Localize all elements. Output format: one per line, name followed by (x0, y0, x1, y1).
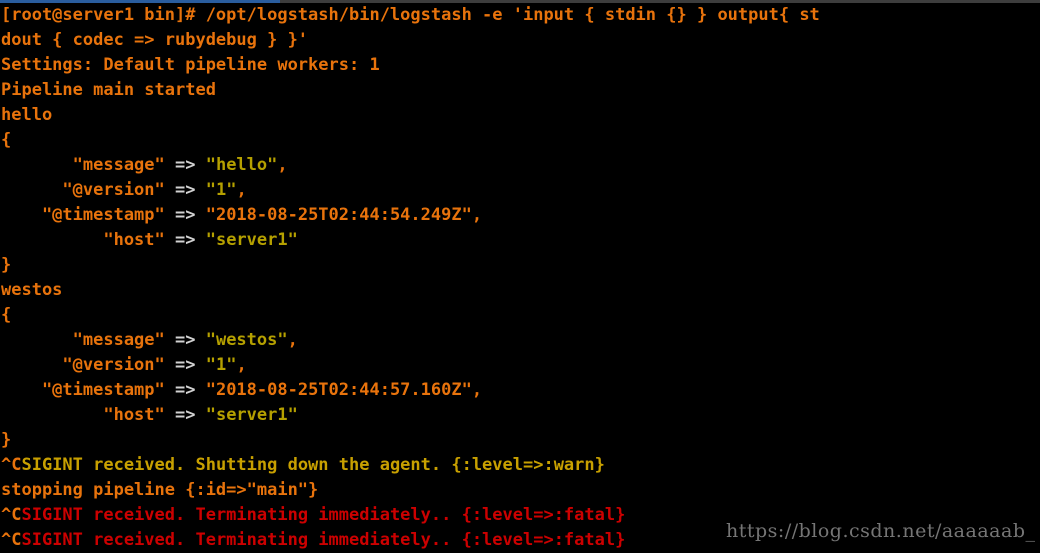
event1-message-seg-3: , (277, 155, 288, 175)
prompt-line-1-seg-0: [root@server1 bin]# /opt/logstash/bin/lo… (1, 5, 820, 25)
event1-message-seg-0: "message" (1, 155, 165, 175)
event1-close-brace: } (1, 253, 1040, 278)
event2-message-seg-2: "westos" (205, 330, 288, 350)
event1-open-brace: { (1, 128, 1040, 153)
event2-message: "message" => "westos", (1, 328, 1040, 353)
event1-version-seg-2: "1" (205, 180, 237, 200)
sigint-fatal-line-1-seg-1: SIGINT received. Terminating immediately… (21, 505, 626, 525)
event2-message-seg-3: , (287, 330, 298, 350)
event2-host-seg-1: => (164, 405, 206, 425)
event1-host: "host" => "server1" (1, 228, 1040, 253)
event2-version-seg-3: , (236, 355, 247, 375)
sigint-fatal-line-2-seg-1: SIGINT received. Terminating immediately… (21, 530, 626, 550)
sigint-fatal-line-2-seg-0: ^C (1, 530, 22, 550)
terminal-output-area[interactable]: [root@server1 bin]# /opt/logstash/bin/lo… (0, 3, 1040, 553)
prompt-line-2-seg-0: dout { codec => rubydebug } }' (1, 30, 309, 50)
sigint-fatal-line-2: ^CSIGINT received. Terminating immediate… (1, 528, 1040, 553)
terminal-window[interactable]: [root@server1 bin]# /opt/logstash/bin/lo… (0, 0, 1040, 553)
event1-timestamp: "@timestamp" => "2018-08-25T02:44:54.249… (1, 203, 1040, 228)
sigint-warn-line-seg-1: SIGINT received. Shutting down the agent… (21, 455, 605, 475)
stdin-echo-westos-seg-0: westos (1, 280, 63, 300)
event1-timestamp-seg-2: "2018-08-25T02:44:54.249Z", (205, 205, 483, 225)
event2-open-brace: { (1, 303, 1040, 328)
event1-version-seg-1: => (164, 180, 206, 200)
event2-version: "@version" => "1", (1, 353, 1040, 378)
stopping-pipeline-line: stopping pipeline {:id=>"main"} (1, 478, 1040, 503)
event1-host-seg-2: "server1" (205, 230, 298, 250)
stdin-echo-hello-seg-0: hello (1, 105, 53, 125)
event2-host-seg-0: "host" (1, 405, 165, 425)
stopping-pipeline-line-seg-0: stopping pipeline {:id=>"main"} (1, 480, 319, 500)
event1-timestamp-seg-1: => (164, 205, 206, 225)
sigint-warn-line: ^CSIGINT received. Shutting down the age… (1, 453, 1040, 478)
pipeline-started-line-seg-0: Pipeline main started (1, 80, 216, 100)
event2-timestamp-seg-0: "@timestamp" (1, 380, 165, 400)
event1-version-seg-0: "@version" (1, 180, 165, 200)
event2-open-brace-seg-0: { (1, 305, 12, 325)
settings-line-seg-0: Settings: Default pipeline workers: 1 (1, 55, 380, 75)
event2-close-brace-seg-0: } (1, 430, 12, 450)
event1-host-seg-1: => (164, 230, 206, 250)
settings-line: Settings: Default pipeline workers: 1 (1, 53, 1040, 78)
event1-timestamp-seg-0: "@timestamp" (1, 205, 165, 225)
event2-message-seg-0: "message" (1, 330, 165, 350)
event2-host: "host" => "server1" (1, 403, 1040, 428)
event2-host-seg-2: "server1" (205, 405, 298, 425)
event2-timestamp-seg-2: "2018-08-25T02:44:57.160Z", (205, 380, 483, 400)
event2-timestamp-seg-1: => (164, 380, 206, 400)
event1-version: "@version" => "1", (1, 178, 1040, 203)
event1-version-seg-3: , (236, 180, 247, 200)
event2-timestamp: "@timestamp" => "2018-08-25T02:44:57.160… (1, 378, 1040, 403)
event2-message-seg-1: => (164, 330, 206, 350)
sigint-warn-line-seg-0: ^C (1, 455, 22, 475)
stdin-echo-westos: westos (1, 278, 1040, 303)
event1-open-brace-seg-0: { (1, 130, 12, 150)
pipeline-started-line: Pipeline main started (1, 78, 1040, 103)
sigint-fatal-line-1: ^CSIGINT received. Terminating immediate… (1, 503, 1040, 528)
event2-version-seg-0: "@version" (1, 355, 165, 375)
prompt-line-1: [root@server1 bin]# /opt/logstash/bin/lo… (1, 3, 1040, 28)
event2-version-seg-1: => (164, 355, 206, 375)
event1-host-seg-0: "host" (1, 230, 165, 250)
sigint-fatal-line-1-seg-0: ^C (1, 505, 22, 525)
event2-version-seg-2: "1" (205, 355, 237, 375)
event1-message-seg-1: => (164, 155, 206, 175)
stdin-echo-hello: hello (1, 103, 1040, 128)
prompt-line-2: dout { codec => rubydebug } }' (1, 28, 1040, 53)
event1-message-seg-2: "hello" (205, 155, 278, 175)
event1-close-brace-seg-0: } (1, 255, 12, 275)
event2-close-brace: } (1, 428, 1040, 453)
event1-message: "message" => "hello", (1, 153, 1040, 178)
